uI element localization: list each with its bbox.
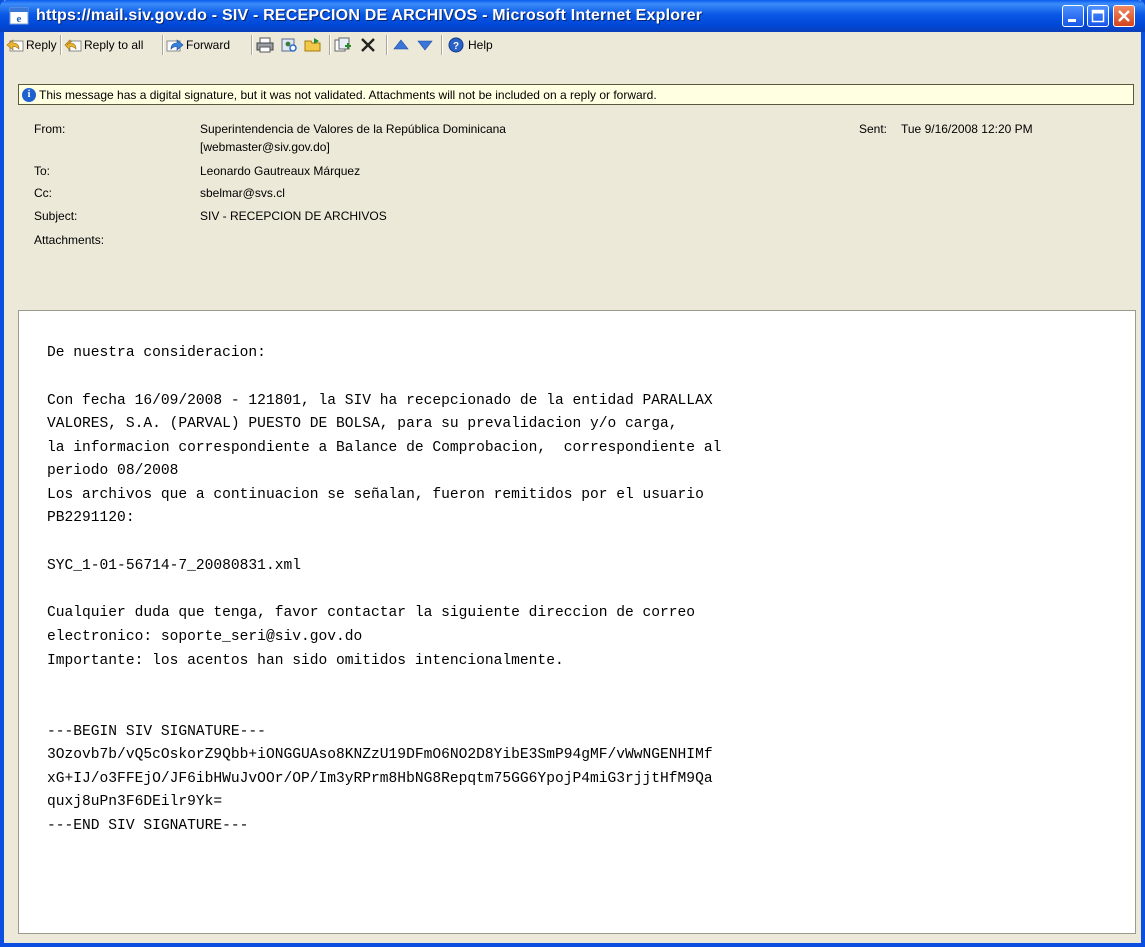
window-title: https://mail.siv.gov.do - SIV - RECEPCIO…	[36, 7, 703, 24]
signature-end: ---END SIV SIGNATURE---	[47, 818, 249, 834]
svg-text:e: e	[17, 13, 22, 25]
forward-button[interactable]: Forward	[166, 33, 230, 57]
digital-signature-infobar[interactable]: i This message has a digital signature, …	[18, 84, 1134, 105]
help-button[interactable]: ? Help	[448, 33, 493, 57]
body-line: electronico: soporte_seri@siv.gov.do	[47, 629, 363, 645]
forward-icon	[166, 39, 184, 52]
to-value: Leonardo Gautreaux Márquez	[200, 164, 361, 178]
help-label: Help	[468, 38, 493, 52]
body-line: Con fecha 16/09/2008 - 121801, la SIV ha…	[47, 393, 713, 409]
reply-icon	[6, 39, 24, 52]
cc-label: Cc:	[34, 186, 52, 200]
minimize-icon	[1068, 19, 1076, 22]
toolbar-separator	[329, 35, 331, 55]
reply-label: Reply	[26, 38, 57, 52]
signature-line: quxj8uPn3F6DEilr9Yk=	[47, 794, 223, 810]
folder-icon	[304, 38, 321, 52]
print-button[interactable]	[256, 33, 276, 57]
reply-button[interactable]: Reply	[6, 33, 57, 57]
body-greeting: De nuestra consideracion:	[47, 345, 266, 361]
previous-item-button[interactable]	[392, 33, 412, 57]
maximize-icon	[1091, 9, 1105, 23]
from-email: [webmaster@siv.gov.do]	[200, 140, 330, 154]
maximize-button[interactable]	[1087, 5, 1109, 27]
attached-filename: SYC_1-01-56714-7_20080831.xml	[47, 558, 301, 574]
arrow-up-icon	[393, 39, 409, 50]
svg-text:?: ?	[453, 41, 459, 52]
signature-line: 3Ozovb7b/vQ5cOskorZ9Qbb+iONGGUAso8KNZzU1…	[47, 747, 713, 763]
reply-all-icon	[64, 39, 82, 52]
title-bar[interactable]: e https://mail.siv.gov.do - SIV - RECEPC…	[0, 0, 1145, 32]
copy-folder-icon	[334, 37, 351, 52]
toolbar-separator	[162, 35, 164, 55]
next-item-button[interactable]	[416, 33, 436, 57]
toolbar-separator	[386, 35, 388, 55]
help-icon: ?	[448, 37, 464, 53]
toolbar-separator	[251, 35, 253, 55]
arrow-down-icon	[417, 40, 433, 51]
to-label: To:	[34, 164, 51, 178]
reply-all-label: Reply to all	[84, 38, 144, 52]
close-button[interactable]	[1113, 5, 1135, 27]
subject-label: Subject:	[34, 209, 78, 223]
copy-to-folder-button[interactable]	[334, 33, 354, 57]
reply-all-button[interactable]: Reply to all	[64, 33, 143, 57]
signature-begin: ---BEGIN SIV SIGNATURE---	[47, 724, 266, 740]
sent-value: Tue 9/16/2008 12:20 PM	[901, 122, 1033, 136]
ie-window: e https://mail.siv.gov.do - SIV - RECEPC…	[0, 0, 1145, 947]
body-line: VALORES, S.A. (PARVAL) PUESTO DE BOLSA, …	[47, 416, 678, 432]
body-line: periodo 08/2008	[47, 463, 179, 479]
body-line: Cualquier duda que tenga, favor contacta…	[47, 605, 696, 621]
from-name: Superintendencia de Valores de la Repúbl…	[200, 122, 506, 136]
body-line: la informacion correspondiente a Balance…	[47, 440, 722, 456]
toolbar-separator	[441, 35, 443, 55]
body-line: Los archivos que a continuacion se señal…	[47, 487, 704, 503]
info-icon: i	[22, 87, 36, 102]
move-to-folder-button[interactable]	[304, 33, 324, 57]
infobar-text: This message has a digital signature, bu…	[39, 87, 657, 102]
address-book-button[interactable]	[280, 33, 300, 57]
sent-label: Sent:	[859, 122, 888, 136]
toolbar-separator	[60, 35, 62, 55]
address-book-icon	[281, 38, 297, 52]
internet-explorer-icon: e	[9, 7, 29, 25]
subject-value: SIV - RECEPCION DE ARCHIVOS	[200, 209, 387, 223]
body-line: PB2291120:	[47, 510, 135, 526]
cc-value: sbelmar@svs.cl	[200, 186, 285, 200]
delete-button[interactable]	[359, 33, 379, 57]
forward-label: Forward	[186, 38, 231, 52]
message-body[interactable]: De nuestra consideracion: Con fecha 16/0…	[18, 310, 1136, 934]
printer-icon	[256, 37, 274, 53]
toolbar: Reply Reply to all Forward ? Help	[4, 32, 1141, 90]
from-label: From:	[34, 122, 66, 136]
toolbar-row: Reply Reply to all Forward ? Help	[4, 32, 1141, 58]
attachments-label: Attachments:	[34, 233, 105, 247]
signature-line: xG+IJ/o3FFEjO/JF6ibHWuJvOOr/OP/Im3yRPrm8…	[47, 771, 713, 787]
close-icon	[1118, 10, 1130, 22]
delete-icon	[361, 38, 375, 52]
minimize-button[interactable]	[1062, 5, 1084, 27]
body-line: Importante: los acentos han sido omitido…	[47, 653, 564, 669]
